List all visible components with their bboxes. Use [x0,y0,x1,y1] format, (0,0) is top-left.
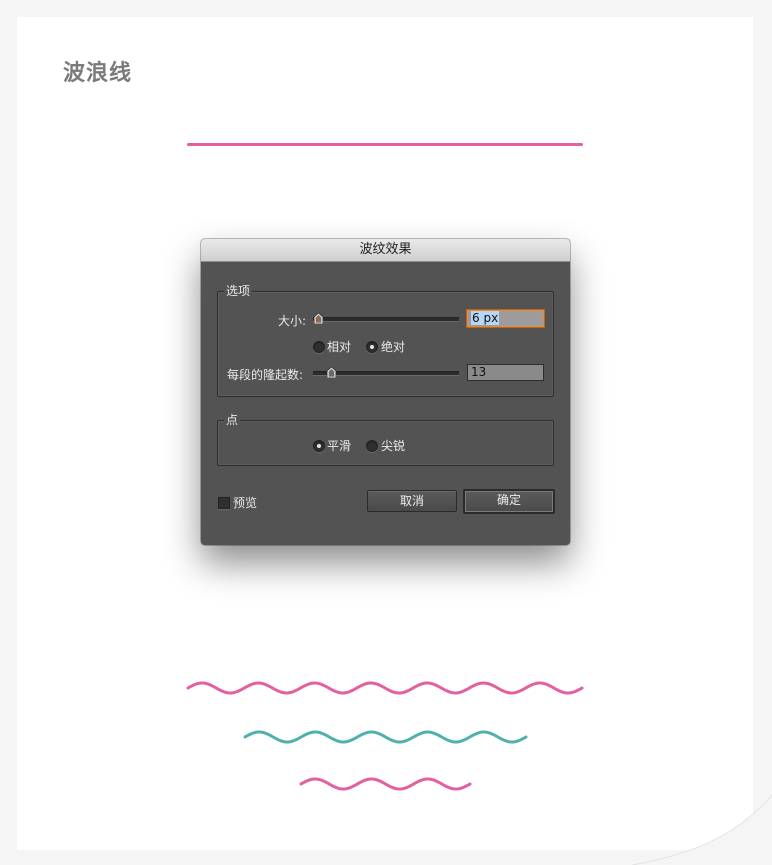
smooth-radio[interactable] [313,440,325,452]
size-slider-thumb[interactable] [314,313,324,324]
wave-line-teal [243,730,528,744]
size-input[interactable]: 6 px [467,310,544,327]
options-group-label: 选项 [224,282,253,299]
size-label: 大小: [278,314,307,328]
ridges-input[interactable]: 13 [467,364,544,381]
page: 波浪线 波纹效果 选项 大小: 6 px 相对 绝对 每段的隆起数: 13 点 … [0,0,772,865]
preview-label[interactable]: 预览 [233,494,257,511]
zigzag-dialog: 波纹效果 选项 大小: 6 px 相对 绝对 每段的隆起数: 13 点 平滑 尖… [201,239,570,545]
absolute-label[interactable]: 绝对 [381,338,405,355]
ok-button[interactable]: 确定 [463,489,555,514]
cancel-button[interactable]: 取消 [367,490,457,512]
ridges-label: 每段的隆起数: [227,368,304,382]
points-group-label: 点 [224,411,241,428]
ridges-slider-thumb[interactable] [327,367,337,378]
size-slider-track[interactable] [313,317,459,322]
absolute-radio[interactable] [366,341,378,353]
relative-radio[interactable] [313,341,325,353]
wave-line-pink-long [186,681,584,695]
wave-line-pink-short [299,777,472,791]
relative-label[interactable]: 相对 [327,338,351,355]
page-curl-decoration [631,795,772,865]
corner-label[interactable]: 尖锐 [381,437,405,454]
dialog-title[interactable]: 波纹效果 [201,239,570,262]
corner-radio[interactable] [366,440,378,452]
smooth-label[interactable]: 平滑 [327,437,351,454]
preview-checkbox[interactable] [218,497,230,509]
size-input-value: 6 px [471,311,500,325]
